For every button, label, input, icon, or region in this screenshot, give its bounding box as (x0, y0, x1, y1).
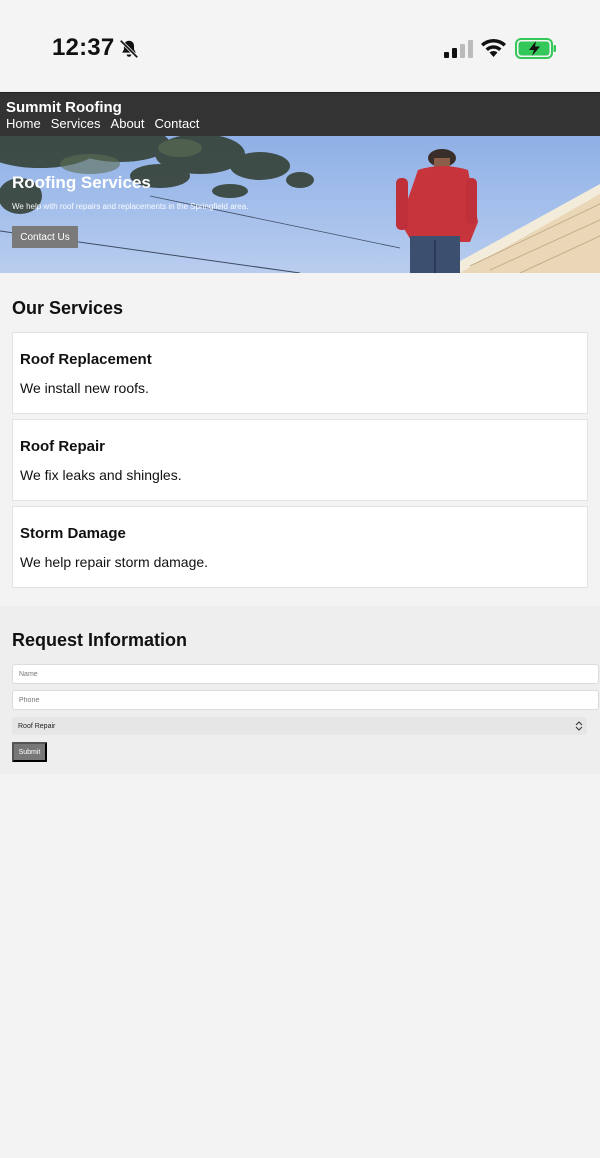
contact-us-button[interactable]: Contact Us (12, 226, 78, 248)
name-field[interactable] (12, 664, 599, 684)
service-card-storm-damage: Storm Damage We help repair storm damage… (12, 506, 588, 588)
service-card-title: Storm Damage (20, 525, 126, 542)
status-time: 12:37 (52, 34, 115, 61)
wifi-icon (481, 38, 506, 57)
hero-title: Roofing Services (12, 173, 151, 192)
status-bar: 12:37 (0, 0, 600, 92)
request-info-section: Request Information Roof Repair Submit (0, 606, 600, 774)
service-select-value: Roof Repair (18, 722, 56, 730)
battery-charging-icon (515, 38, 556, 59)
phone-field[interactable] (12, 690, 599, 710)
service-card-roof-replacement: Roof Replacement We install new roofs. (12, 332, 588, 414)
service-select[interactable]: Roof Repair (12, 717, 587, 735)
request-info-heading: Request Information (12, 630, 188, 650)
bell-muted-icon (119, 39, 139, 59)
service-card-title: Roof Replacement (20, 351, 152, 368)
cellular-signal-icon (444, 40, 473, 58)
service-card-description: We install new roofs. (20, 380, 149, 396)
service-card-description: We fix leaks and shingles. (20, 467, 182, 483)
services-heading: Our Services (12, 298, 124, 318)
nav-link-services[interactable]: Services (51, 116, 101, 131)
nav-link-contact[interactable]: Contact (155, 116, 200, 131)
select-arrows-icon (575, 721, 583, 731)
site-brand[interactable]: Summit Roofing (6, 99, 122, 116)
nav-link-about[interactable]: About (111, 116, 145, 131)
site-header: Summit Roofing Home Services About Conta… (0, 92, 600, 136)
service-card-description: We help repair storm damage. (20, 554, 209, 570)
service-card-roof-repair: Roof Repair We fix leaks and shingles. (12, 419, 588, 501)
service-card-title: Roof Repair (20, 438, 106, 455)
submit-button[interactable]: Submit (12, 742, 47, 762)
nav-link-home[interactable]: Home (6, 116, 41, 131)
main-nav: Home Services About Contact (6, 116, 199, 131)
hero-subtitle: We help with roof repairs and replacemen… (12, 202, 249, 211)
hero-banner: Roofing Services We help with roof repai… (0, 136, 600, 273)
